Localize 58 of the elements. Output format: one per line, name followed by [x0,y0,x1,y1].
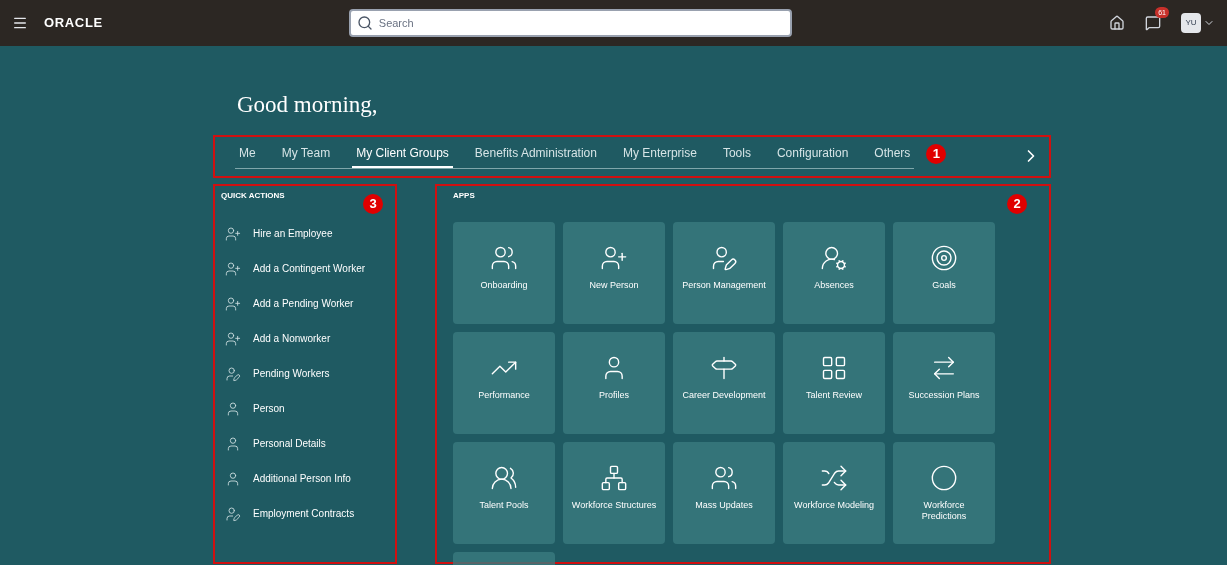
person-pen-icon [225,505,241,522]
quick-action-link[interactable]: Add a Pending Worker [225,295,389,312]
annotation-badge: 2 [1007,193,1027,214]
avatar[interactable]: YU [1181,13,1201,33]
app-tile[interactable]: Absences [783,221,885,324]
menu-icon[interactable] [12,15,28,31]
chat-icon[interactable] [1145,15,1161,31]
quick-action-link[interactable]: Employment Contracts [225,505,389,522]
target-icon [930,243,958,272]
app-tile[interactable]: Performance [453,331,555,434]
nav-tab[interactable]: Others [870,143,915,168]
section-title: QUICK ACTIONS [221,189,286,202]
app-tile[interactable]: Workforce Modeling [783,441,885,544]
nav-tab[interactable]: Configuration [772,143,853,168]
app-tile[interactable]: Person Management [673,221,775,324]
person-icon [225,435,241,452]
annotation-badge: 3 [363,193,383,214]
app-tile[interactable]: New Person [563,221,665,324]
person-plus-icon [225,295,241,312]
annotation-badge: 1 [926,144,947,164]
app-tile[interactable]: Profiles [563,331,665,434]
nav-tab[interactable]: My Client Groups [352,143,453,168]
person-plus-icon [225,330,241,347]
quick-action-link[interactable]: Pending Workers [225,365,389,382]
app-tile[interactable]: Mass Updates [673,441,775,544]
quick-action-link[interactable]: Personal Details [225,435,389,452]
app-tile[interactable]: Career Development [673,331,775,434]
person-pen-icon [225,365,241,382]
app-tile[interactable]: Workforce Predictions [893,441,995,544]
quick-action-link[interactable]: Hire an Employee [225,225,389,242]
quick-action-link[interactable]: Person [225,400,389,417]
hierarchy-icon [600,463,628,492]
app-tile[interactable]: Workforce Structures [563,441,665,544]
app-tile[interactable]: Onboarding [453,221,555,324]
quick-action-link[interactable]: Add a Contingent Worker [225,260,389,277]
circle-icon [930,463,958,492]
app-tile[interactable]: Succession Plans [893,331,995,434]
person-icon [225,470,241,487]
shuffle-icon [820,463,848,492]
search-icon [356,15,373,31]
quick-action-link[interactable]: Additional Person Info [225,470,389,487]
nav-tab[interactable]: My Enterprise [618,143,701,168]
section-title: APPS [453,189,476,202]
nav-tab[interactable]: Me [235,143,260,168]
person-icon [225,400,241,417]
app-tile[interactable]: Goals [893,221,995,324]
greeting: Good morning, [237,91,379,119]
quick-action-link[interactable]: Add a Nonworker [225,330,389,347]
logo: ORACLE [44,14,103,33]
nav-tab[interactable]: Tools [718,143,755,168]
nav-tab[interactable]: My Team [277,143,335,168]
person-plus-icon [225,225,241,242]
app-tile[interactable]: Talent Pools [453,441,555,544]
search-field[interactable]: Search [348,9,792,37]
home-icon[interactable] [1109,15,1125,31]
nav-tab[interactable]: Benefits Administration [470,143,601,168]
person-plus-icon [225,260,241,277]
app-tile[interactable]: Talent Review [783,331,885,434]
